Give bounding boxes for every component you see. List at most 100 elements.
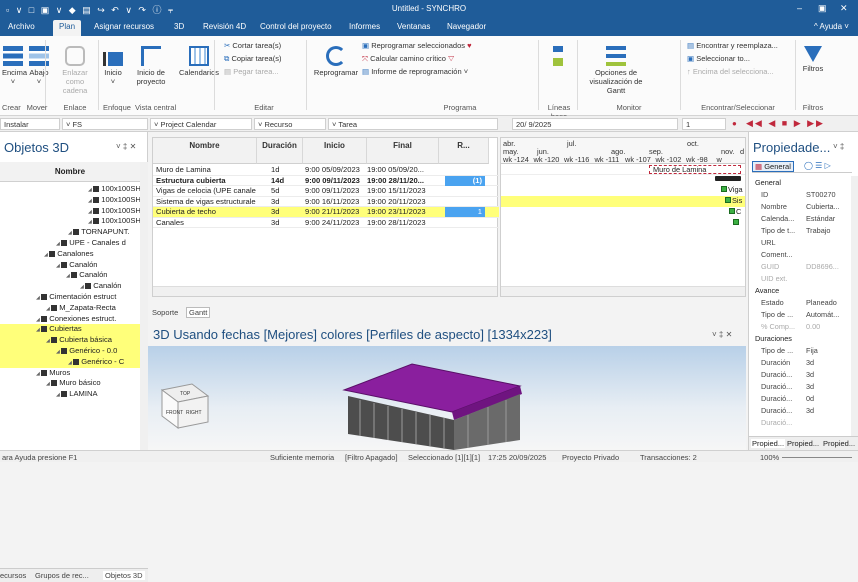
tree-item[interactable]: ◢ Cimentación estruct bbox=[0, 292, 140, 303]
tree-item[interactable]: ◢ Muro básico bbox=[0, 378, 140, 389]
tab-asignar-recursos[interactable]: Asignar recursos bbox=[94, 22, 154, 31]
tree-item[interactable]: ◢ Canalón bbox=[0, 281, 140, 292]
help-menu[interactable]: ^ Ayuda ˅ bbox=[814, 22, 849, 31]
property-section[interactable]: General bbox=[749, 178, 853, 189]
encima-button[interactable]: Encima ˅ bbox=[2, 46, 27, 86]
property-row[interactable]: Duració... 3d bbox=[749, 382, 853, 393]
tab-objetos-3d[interactable]: Objetos 3D bbox=[103, 571, 145, 580]
properties-tool-icons[interactable]: ◯ ☰ ▷ bbox=[804, 161, 831, 170]
reprogramar-seleccionados-button[interactable]: ▣ Reprogramar seleccionados ♥ bbox=[362, 41, 472, 50]
tree-scrollbar[interactable] bbox=[140, 162, 148, 462]
grid-hscrollbar[interactable] bbox=[153, 286, 497, 296]
tab-propiedades-3[interactable]: Propied... bbox=[823, 439, 855, 448]
tab-propiedades-1[interactable]: Propied... bbox=[751, 439, 786, 448]
tree-item[interactable]: ◢ 100x100SHS bbox=[0, 195, 140, 206]
property-row[interactable]: GUID DD8696... bbox=[749, 262, 853, 273]
install-dropdown[interactable]: Instalar bbox=[0, 118, 60, 130]
property-section[interactable]: Avance bbox=[749, 286, 853, 297]
tree-item[interactable]: ◢ LAMINA bbox=[0, 389, 140, 400]
column-duracion[interactable]: Duración bbox=[257, 138, 303, 164]
tree-item[interactable]: ◢ 100x100SHS bbox=[0, 216, 140, 227]
tab-control-proyecto[interactable]: Control del proyecto bbox=[260, 22, 332, 31]
tree-item[interactable]: ◢ Canalón bbox=[0, 260, 140, 271]
tree-item[interactable]: ◢ 100x100SHS bbox=[0, 206, 140, 217]
record-icon[interactable]: ● bbox=[732, 119, 737, 128]
inicio-proyecto-button[interactable]: Inicio de proyecto bbox=[129, 46, 173, 86]
property-row[interactable]: Coment... bbox=[749, 250, 853, 261]
properties-scrollbar[interactable] bbox=[851, 176, 858, 438]
tab-archivo[interactable]: Archivo bbox=[8, 22, 35, 31]
property-row[interactable]: Tipo de ... Automát... bbox=[749, 310, 853, 321]
properties-pin-icon[interactable]: ˅ ‡ bbox=[833, 142, 844, 151]
object-tree[interactable]: ◢ 100x100SHS◢ 100x100SHS◢ 100x100SHS◢ 10… bbox=[0, 184, 140, 400]
tree-item[interactable]: ◢ Genérico - C bbox=[0, 356, 140, 368]
property-row[interactable]: Duració... 0d bbox=[749, 394, 853, 405]
properties-tab-general[interactable]: ▦ General bbox=[752, 161, 794, 172]
gantt-bar-vigas[interactable] bbox=[721, 186, 727, 192]
property-section[interactable]: Duraciones bbox=[749, 334, 853, 345]
task-row[interactable]: Canales 3d 9:00 24/11/2023 19:00 28/11/2023 bbox=[153, 218, 499, 228]
informe-reprogramacion-button[interactable]: ▤ Informe de reprogramación ˅ bbox=[362, 67, 468, 76]
tab-grupos-recursos[interactable]: Grupos de rec... bbox=[35, 571, 89, 580]
zoom-slider[interactable] bbox=[782, 457, 852, 458]
tab-gantt[interactable]: Gantt bbox=[186, 307, 211, 318]
property-row[interactable]: Nombre Cubierta... bbox=[749, 202, 853, 213]
task-row[interactable]: Sistema de vigas estructurales (shs. sec… bbox=[153, 197, 499, 207]
property-row[interactable]: URL bbox=[749, 238, 853, 249]
tree-item[interactable]: ◢ 100x100SHS bbox=[0, 184, 140, 195]
enlazar-cadena-button[interactable]: Enlazar como cadena bbox=[54, 46, 96, 95]
tree-item[interactable]: ◢ UPE - Canales d bbox=[0, 238, 140, 249]
3d-scene[interactable]: FRONT RIGHT TOP bbox=[148, 346, 746, 450]
encima-seleccionado-button[interactable]: ↑ Encima del selecciona... bbox=[687, 67, 774, 76]
column-final[interactable]: Final bbox=[367, 138, 439, 164]
tab-navegador[interactable]: Navegador bbox=[447, 22, 486, 31]
zoom-field[interactable]: 1 bbox=[682, 118, 726, 130]
gantt-bar-muro[interactable]: Muro de Lamina bbox=[649, 165, 741, 174]
calendar-dropdown[interactable]: ˅ Project Calendar bbox=[150, 118, 252, 130]
cortar-tarea-button[interactable]: ✂ Cortar tarea(s) bbox=[224, 41, 281, 50]
gantt-bar-sistema[interactable] bbox=[725, 197, 731, 203]
gantt-bar-canales[interactable] bbox=[733, 219, 739, 225]
tree-item[interactable]: ◢ Genérico - 0.0 bbox=[0, 345, 140, 357]
panel-pin-icon[interactable]: ˅ ‡ ✕ bbox=[116, 142, 136, 151]
property-row[interactable]: Duració... 3d bbox=[749, 370, 853, 381]
task-row[interactable]: Vigas de celocia (UPE canale... 5d 9:00 09… bbox=[153, 186, 499, 197]
view-pin-icon[interactable]: ˅ ‡ ✕ bbox=[712, 330, 732, 339]
column-nombre[interactable]: Nombre bbox=[153, 138, 257, 164]
tab-recursos[interactable]: ecursos bbox=[0, 571, 26, 580]
tab-informes[interactable]: Informes bbox=[349, 22, 380, 31]
task-row[interactable]: Muro de Lamina 1d 9:00 05/09/2023 19:00 05/… bbox=[153, 165, 499, 176]
tab-revision-4d[interactable]: Revisión 4D bbox=[203, 22, 246, 31]
gantt-bar-cubierta[interactable] bbox=[729, 208, 735, 214]
baseline-button[interactable] bbox=[551, 46, 565, 68]
seleccionar-todo-button[interactable]: ▣ Seleccionar to... bbox=[687, 54, 750, 63]
property-row[interactable]: Calenda... Estándar bbox=[749, 214, 853, 225]
property-row[interactable]: Duració... 3d bbox=[749, 406, 853, 417]
gantt-chart[interactable]: abr. jul. oct. may. jun. ago. sep. nov. … bbox=[500, 137, 746, 297]
pegar-tarea-button[interactable]: ▤ Pegar tarea... bbox=[224, 67, 279, 76]
filtros-button[interactable]: Filtros bbox=[799, 46, 827, 73]
tab-soporte[interactable]: Soporte bbox=[152, 308, 178, 317]
calendarios-button[interactable]: Calendarios bbox=[176, 46, 222, 77]
tree-header[interactable]: Nombre bbox=[0, 162, 140, 182]
column-inicio[interactable]: Inicio bbox=[303, 138, 367, 164]
minimize-icon[interactable]: – bbox=[797, 3, 802, 13]
task-row[interactable]: Cubierta de techo 3d 9:00 21/11/2023 19:00 … bbox=[153, 207, 499, 218]
link-type-dropdown[interactable]: ˅ FS bbox=[62, 118, 148, 130]
tree-item[interactable]: ◢ Canalón bbox=[0, 270, 140, 281]
gantt-summary-bar[interactable] bbox=[715, 176, 741, 181]
tab-plan[interactable]: Plan bbox=[53, 20, 82, 36]
tree-item[interactable]: ◢ M_Zapata-Recta bbox=[0, 303, 140, 314]
gantt-hscrollbar[interactable] bbox=[501, 286, 745, 296]
close-icon[interactable]: ✕ bbox=[840, 3, 848, 14]
resource-dropdown[interactable]: ˅ Recurso bbox=[254, 118, 326, 130]
restore-icon[interactable]: ▣ bbox=[818, 3, 827, 14]
property-row[interactable]: Duració... bbox=[749, 418, 853, 429]
property-row[interactable]: ID ST00270 bbox=[749, 190, 853, 201]
tab-ventanas[interactable]: Ventanas bbox=[397, 22, 430, 31]
tab-3d[interactable]: 3D bbox=[174, 22, 184, 31]
opciones-gantt-button[interactable]: Opciones de visualización de Gantt bbox=[584, 46, 648, 95]
playback-controls-icon[interactable]: ◀◀ ◀ ■ ▶ ▶▶ bbox=[746, 118, 825, 129]
property-row[interactable]: Tipo de t... Trabajo bbox=[749, 226, 853, 237]
property-row[interactable]: % Comp... 0.00 bbox=[749, 322, 853, 333]
